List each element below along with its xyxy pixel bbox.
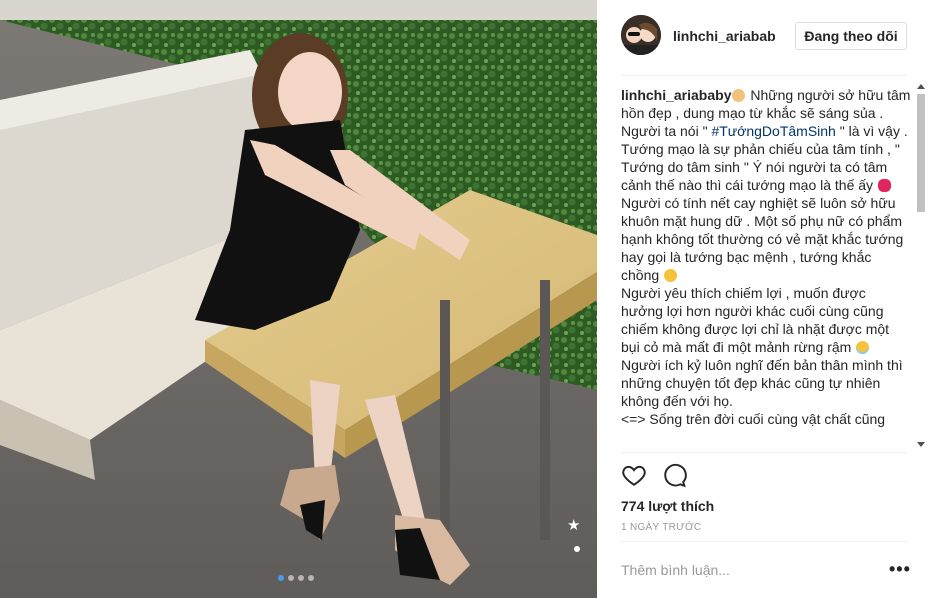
caption-text: " là vì vậy . xyxy=(835,123,908,139)
post-actions xyxy=(621,462,687,488)
caption-paragraph: Người yêu thích chiếm lợi , muốn được hư… xyxy=(621,284,911,356)
divider xyxy=(621,452,907,453)
post-photo[interactable]: ★ xyxy=(0,0,597,598)
caption-text: Người ích kỷ luôn nghĩ đến bản thân mình… xyxy=(621,357,903,409)
header-username[interactable]: linhchi_ariababy xyxy=(673,28,775,44)
likes-count[interactable]: 774 lượt thích xyxy=(621,498,714,514)
scroll-thumb[interactable] xyxy=(917,94,925,212)
divider xyxy=(621,75,907,76)
comment-icon[interactable] xyxy=(661,462,687,488)
caption-paragraph: Tướng mạo là sự phản chiếu của tâm tính … xyxy=(621,140,911,194)
heart-icon[interactable] xyxy=(621,462,647,488)
star-icon[interactable]: ★ xyxy=(567,518,580,533)
caption-scrollbar[interactable] xyxy=(915,80,927,452)
caption-scroll-area[interactable]: linhchi_ariababy Những người sở hữu tâm … xyxy=(621,86,911,450)
grin-emoji-icon xyxy=(664,269,678,282)
hashtag-link[interactable]: #TướngDoTâmSinh xyxy=(711,123,835,139)
carousel-dot-3[interactable] xyxy=(298,575,304,581)
post-side-panel: linhchi_ariababy Đang theo dõi linhchi_a… xyxy=(597,0,930,598)
avatar-image xyxy=(621,15,661,55)
more-options-icon[interactable]: ••• xyxy=(889,560,911,578)
caption-paragraph: linhchi_ariababy Những người sở hữu tâm … xyxy=(621,86,911,140)
post-header: linhchi_ariababy Đang theo dõi xyxy=(597,0,930,76)
caption-paragraph: <=> Sống trên đời cuối cùng vật chất cũn… xyxy=(621,410,911,428)
lips-emoji-icon xyxy=(877,179,891,192)
caption-username[interactable]: linhchi_ariababy xyxy=(621,87,731,103)
carousel-next-indicator[interactable] xyxy=(574,546,580,552)
carousel-dots xyxy=(278,575,314,581)
carousel-dot-4[interactable] xyxy=(308,575,314,581)
hands-emoji-icon xyxy=(732,89,746,102)
scroll-up-arrow-icon[interactable] xyxy=(917,84,925,89)
caption-paragraph: Người có tính nết cay nghiệt sẽ luôn sở … xyxy=(621,194,911,284)
post-timestamp[interactable]: 1 ngày trước xyxy=(621,522,701,533)
carousel-dot-2[interactable] xyxy=(288,575,294,581)
caption-text: <=> Sống trên đời cuối cùng vật chất cũn… xyxy=(621,411,886,427)
scroll-down-arrow-icon[interactable] xyxy=(917,442,925,447)
halo-emoji-icon xyxy=(856,341,870,354)
caption-text: Người yêu thích chiếm lợi , muốn được hư… xyxy=(621,285,890,355)
caption-text: Người có tính nết cay nghiệt sẽ luôn sở … xyxy=(621,195,904,283)
divider xyxy=(621,541,907,542)
caption-text: Tướng mạo là sự phản chiếu của tâm tính … xyxy=(621,141,900,193)
following-button[interactable]: Đang theo dõi xyxy=(795,22,907,50)
carousel-dot-1[interactable] xyxy=(278,575,284,581)
comment-input[interactable] xyxy=(621,558,877,582)
caption-paragraph: Người ích kỷ luôn nghĩ đến bản thân mình… xyxy=(621,356,911,410)
photo-illustration xyxy=(0,0,597,598)
avatar[interactable] xyxy=(621,15,661,55)
